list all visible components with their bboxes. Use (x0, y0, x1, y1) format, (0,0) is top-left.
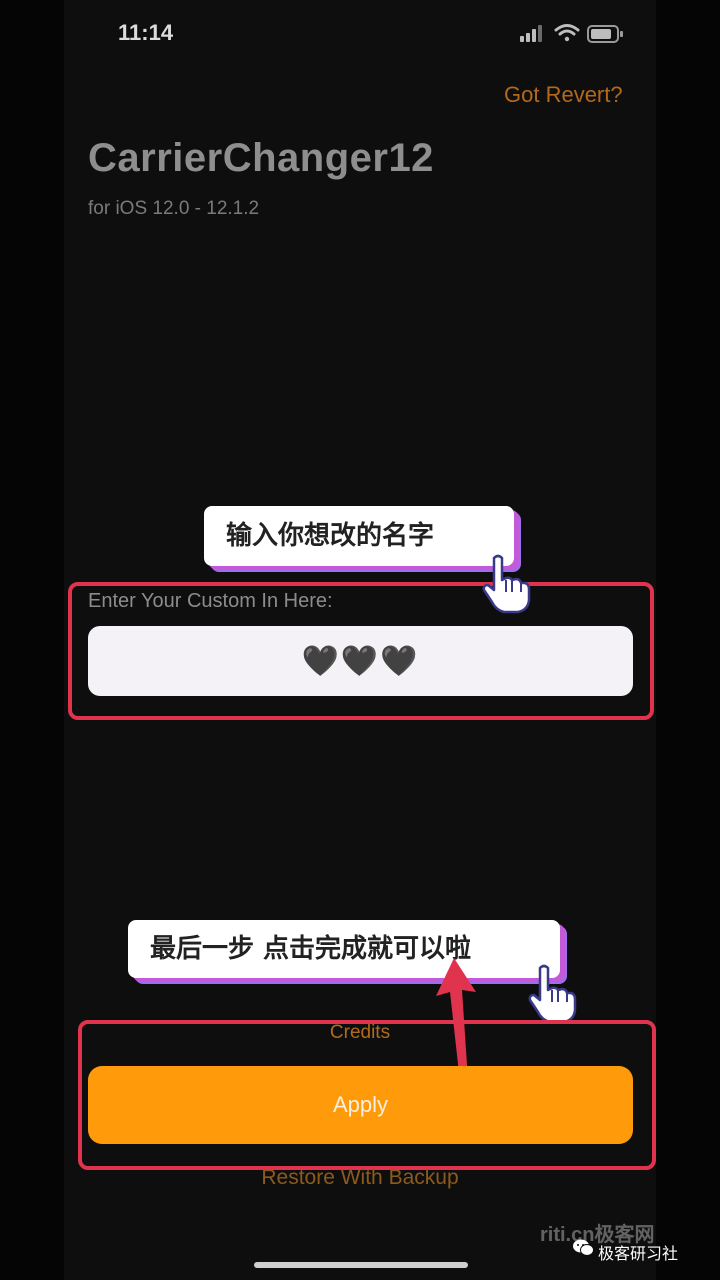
callout-enter-name: 输入你想改的名字 (204, 506, 514, 566)
wechat-icon (573, 1239, 594, 1256)
signal-icon (520, 25, 542, 42)
apply-button[interactable]: Apply (88, 1066, 633, 1144)
pointer-hand-icon-2 (528, 964, 577, 1024)
wifi-icon (554, 24, 580, 42)
home-indicator[interactable] (254, 1262, 468, 1268)
carrier-name-input[interactable]: 🖤🖤🖤 (88, 626, 633, 696)
got-revert-link[interactable]: Got Revert? (504, 82, 623, 108)
status-time: 11:14 (118, 20, 174, 45)
callout-final-step: 最后一步 点击完成就可以啦 (128, 920, 560, 978)
pointer-hand-icon (482, 554, 531, 614)
app-subtitle: for iOS 12.0 - 12.1.2 (88, 198, 260, 219)
restore-backup-link[interactable]: Restore With Backup (0, 1166, 720, 1190)
app-title: CarrierChanger12 (88, 136, 434, 180)
credits-link[interactable]: Credits (0, 1022, 720, 1044)
status-icons (520, 22, 630, 46)
battery-icon (587, 25, 623, 43)
input-label: Enter Your Custom In Here: (88, 590, 333, 612)
frame-left-bar (0, 0, 64, 1280)
watermark-brand: 极客研习社 (598, 1244, 679, 1263)
frame-right-bar (656, 0, 720, 1280)
